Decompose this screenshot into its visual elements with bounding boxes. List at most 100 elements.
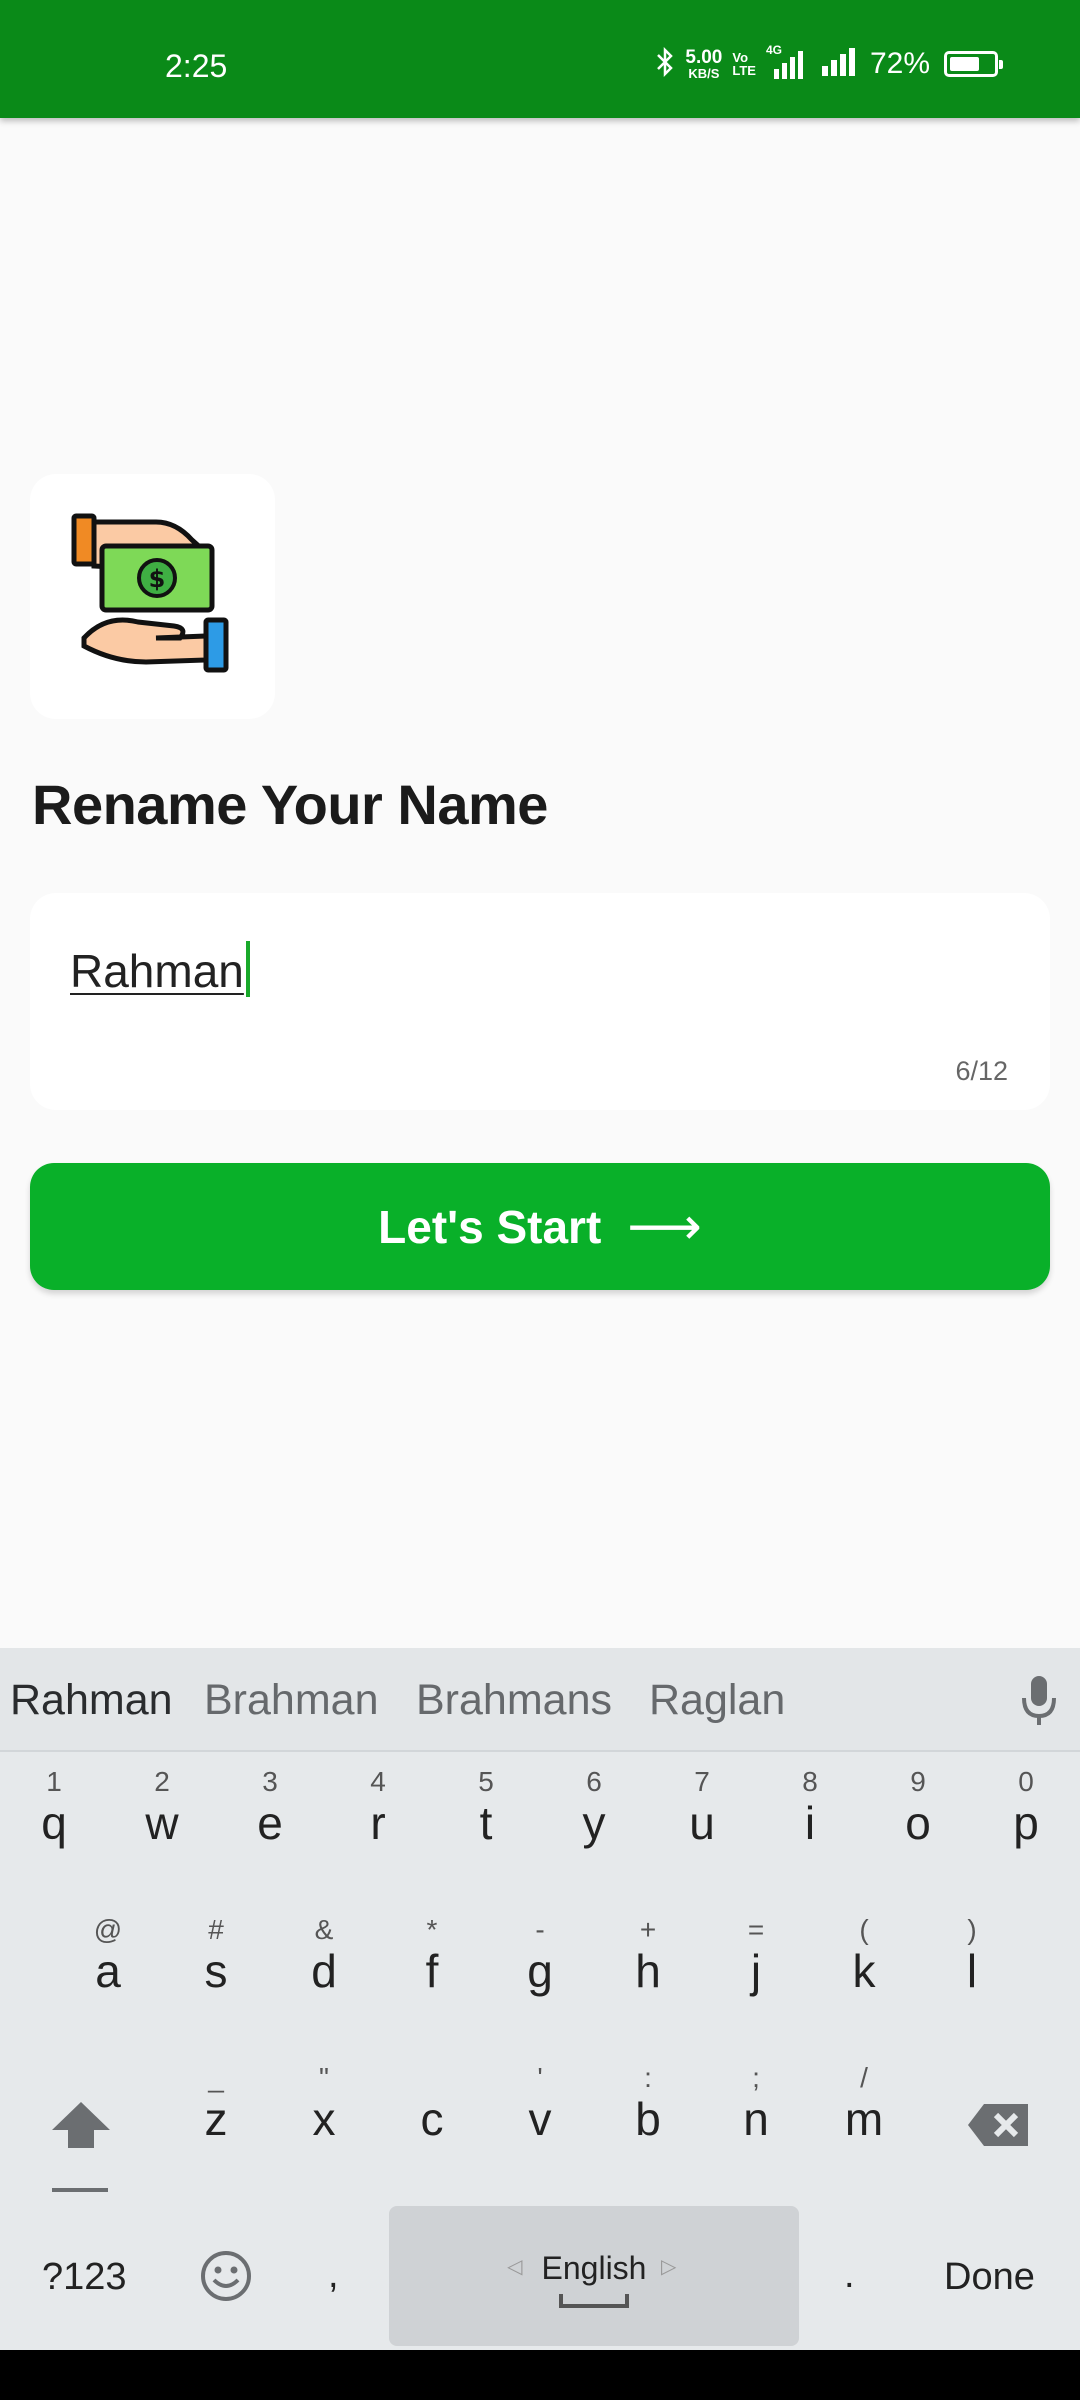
key-hint: ; (752, 2062, 760, 2093)
key-hint: = (747, 1914, 765, 1945)
key-c[interactable]: c (378, 2056, 486, 2196)
key-label: g (527, 1945, 553, 1997)
key-label: t (479, 1797, 493, 1849)
key-label: z (204, 2093, 228, 2145)
done-key[interactable]: Done (944, 2256, 1035, 2299)
key-label: c (420, 2093, 444, 2145)
key-label: n (743, 2093, 769, 2145)
key-label: s (204, 1945, 228, 1997)
key-s[interactable]: # s (162, 1908, 270, 2048)
key-hint: - (535, 1914, 545, 1945)
network-speed: 5.00 KB/S (685, 47, 723, 81)
key-hint: ( (859, 1914, 869, 1945)
key-hint: & (314, 1914, 334, 1945)
key-hint: / (860, 2062, 868, 2093)
key-hint: 3 (262, 1766, 278, 1797)
name-field[interactable]: Rahman 6/12 (30, 893, 1050, 1110)
text-cursor (245, 941, 250, 997)
key-hint: 1 (46, 1766, 62, 1797)
status-time: 2:25 (165, 48, 228, 84)
key-label: v (528, 2093, 552, 2145)
key-k[interactable]: (k (810, 1908, 918, 2048)
key-hint: 8 (802, 1766, 818, 1797)
key-label: l (966, 1945, 978, 1997)
key-hint: " (319, 2062, 329, 2093)
key-label: e (257, 1797, 283, 1849)
start-button[interactable]: Let's Start ⟶ (30, 1163, 1050, 1290)
key-hint: 5 (478, 1766, 494, 1797)
suggestion-item[interactable]: Raglan (649, 1676, 785, 1725)
volte-indicator: Vo LTE (732, 50, 756, 78)
key-hint: + (639, 1914, 657, 1945)
comma-key[interactable]: , (328, 2254, 339, 2297)
mic-icon[interactable] (1020, 1674, 1058, 1733)
suggestion-item[interactable]: Rahman (10, 1676, 173, 1725)
key-label: h (635, 1945, 661, 1997)
key-j[interactable]: = j (702, 1908, 810, 2048)
key-f[interactable]: * f (378, 1908, 486, 2048)
shift-icon[interactable] (46, 2096, 116, 2201)
symbols-key[interactable]: ?123 (42, 2256, 127, 2299)
key-label: y (582, 1797, 606, 1849)
key-label: m (844, 2093, 884, 2145)
svg-text:$: $ (149, 565, 166, 593)
key-z[interactable]: _ z (162, 2056, 270, 2196)
key-hint: 4 (370, 1766, 386, 1797)
start-button-label: Let's Start (378, 1200, 602, 1253)
character-counter: 6/12 (955, 1056, 1008, 1086)
page-title: Rename Your Name (32, 773, 548, 836)
name-input[interactable]: Rahman (70, 941, 250, 998)
key-label: d (311, 1945, 337, 1997)
key-hint: 2 (154, 1766, 170, 1797)
key-e[interactable]: 3e (216, 1760, 324, 1900)
key-o[interactable]: 9o (864, 1760, 972, 1900)
key-r[interactable]: 4r (324, 1760, 432, 1900)
key-label: j (750, 1945, 762, 1997)
space-icon (559, 2294, 629, 2308)
key-hint: # (208, 1914, 224, 1945)
key-a[interactable]: @ a (54, 1908, 162, 2048)
key-n[interactable]: ; n (702, 2056, 810, 2196)
key-h[interactable]: + h (594, 1908, 702, 2048)
key-hint: 0 (1018, 1766, 1034, 1797)
key-p[interactable]: 0p (972, 1760, 1080, 1900)
key-v[interactable]: ' v (486, 2056, 594, 2196)
period-key[interactable]: . (844, 2254, 855, 2297)
navigation-bar (0, 2350, 1080, 2400)
signal-icon (820, 46, 860, 83)
key-l[interactable]: ) l (918, 1908, 1026, 2048)
key-g[interactable]: -g (486, 1908, 594, 2048)
key-hint: * (426, 1914, 438, 1945)
key-label: q (41, 1797, 67, 1849)
suggestion-item[interactable]: Brahman (204, 1676, 378, 1725)
key-label: p (1013, 1797, 1039, 1849)
key-label: f (425, 1945, 439, 1997)
key-label: b (635, 2093, 661, 2145)
signal-4g-icon: 4G (766, 43, 810, 81)
key-w[interactable]: 2w (108, 1760, 216, 1900)
key-u[interactable]: 7u (648, 1760, 756, 1900)
key-label: a (95, 1945, 121, 1997)
key-b[interactable]: :b (594, 2056, 702, 2196)
key-q[interactable]: 1q (0, 1760, 108, 1900)
backspace-icon[interactable] (966, 2102, 1032, 2153)
spacebar-label: English (541, 2250, 647, 2286)
key-y[interactable]: 6y (540, 1760, 648, 1900)
suggestion-item[interactable]: Brahmans (416, 1676, 612, 1725)
key-label: w (145, 1797, 179, 1849)
status-bar: 2:25 5.00 KB/S Vo LTE 4G 72% (0, 0, 1080, 118)
key-i[interactable]: 8i (756, 1760, 864, 1900)
key-t[interactable]: 5t (432, 1760, 540, 1900)
key-hint: ) (967, 1914, 977, 1945)
emoji-icon[interactable] (200, 2250, 252, 2307)
key-d[interactable]: & d (270, 1908, 378, 2048)
key-label: k (852, 1945, 876, 1997)
key-m[interactable]: / m (810, 2056, 918, 2196)
money-exchange-icon: $ (71, 513, 229, 673)
key-hint: 6 (586, 1766, 602, 1797)
key-hint: _ (208, 2062, 224, 2093)
bluetooth-icon (655, 46, 675, 82)
key-x[interactable]: " x (270, 2056, 378, 2196)
spacebar[interactable]: ◁ English ▷ (389, 2206, 799, 2346)
arrow-right-icon: ⟶ (627, 1197, 702, 1256)
